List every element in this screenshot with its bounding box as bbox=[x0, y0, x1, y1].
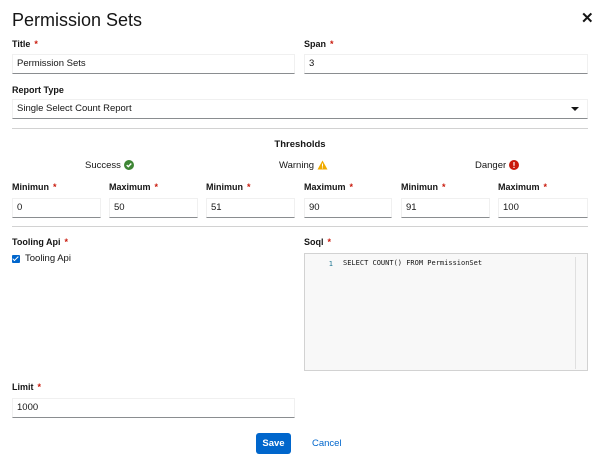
success-label: Success bbox=[85, 160, 134, 171]
danger-min-input[interactable]: 91 bbox=[401, 198, 490, 218]
success-max-input[interactable]: 50 bbox=[109, 198, 198, 218]
warning-triangle-icon bbox=[317, 160, 328, 170]
limit-label: Limit * bbox=[12, 382, 42, 392]
danger-max-input[interactable]: 100 bbox=[498, 198, 588, 218]
span-label: Span * bbox=[304, 39, 334, 49]
line-gutter: 1 bbox=[305, 254, 333, 370]
danger-label: Danger bbox=[475, 160, 520, 171]
warning-max-label: Maximum * bbox=[304, 182, 354, 192]
check-circle-icon bbox=[123, 160, 134, 170]
success-min-label: Minimun * bbox=[12, 182, 57, 192]
thresholds-heading: Thresholds bbox=[274, 139, 326, 150]
editor-scrollbar[interactable] bbox=[575, 257, 585, 369]
save-button[interactable]: Save bbox=[256, 433, 291, 454]
tooling-api-label: Tooling Api * bbox=[12, 237, 69, 247]
success-max-label: Maximum * bbox=[109, 182, 159, 192]
title-input[interactable]: Permission Sets bbox=[12, 54, 295, 74]
tooling-api-checkbox[interactable]: Tooling Api bbox=[12, 253, 71, 264]
cancel-button[interactable]: Cancel bbox=[312, 433, 342, 454]
span-input[interactable]: 3 bbox=[304, 54, 588, 74]
success-min-input[interactable]: 0 bbox=[12, 198, 101, 218]
divider bbox=[12, 128, 588, 129]
divider bbox=[12, 226, 588, 227]
modal-title: Permission Sets bbox=[12, 10, 143, 30]
limit-input[interactable]: 1000 bbox=[12, 398, 295, 418]
soql-label: Soql * bbox=[304, 237, 332, 247]
report-type-label: Report Type bbox=[12, 85, 64, 95]
danger-max-label: Maximum * bbox=[498, 182, 548, 192]
warning-min-input[interactable]: 51 bbox=[206, 198, 295, 218]
warning-label: Warning bbox=[279, 160, 328, 171]
soql-editor[interactable]: 1 SELECT COUNT() FROM PermissionSet bbox=[304, 253, 588, 371]
title-label: Title * bbox=[12, 39, 38, 49]
danger-min-label: Minimun * bbox=[401, 182, 446, 192]
tooling-api-checkbox-label: Tooling Api bbox=[25, 253, 71, 264]
warning-min-label: Minimun * bbox=[206, 182, 251, 192]
close-icon[interactable]: ✕ bbox=[581, 11, 594, 26]
report-type-select[interactable]: Single Select Count Report bbox=[12, 99, 588, 119]
soql-code[interactable]: SELECT COUNT() FROM PermissionSet bbox=[343, 259, 482, 267]
caret-down-icon bbox=[571, 107, 579, 111]
warning-max-input[interactable]: 90 bbox=[304, 198, 392, 218]
line-number: 1 bbox=[328, 260, 333, 268]
report-type-value: Single Select Count Report bbox=[17, 103, 132, 114]
checkbox-checked-icon[interactable] bbox=[12, 254, 20, 263]
exclamation-circle-icon bbox=[509, 160, 520, 170]
